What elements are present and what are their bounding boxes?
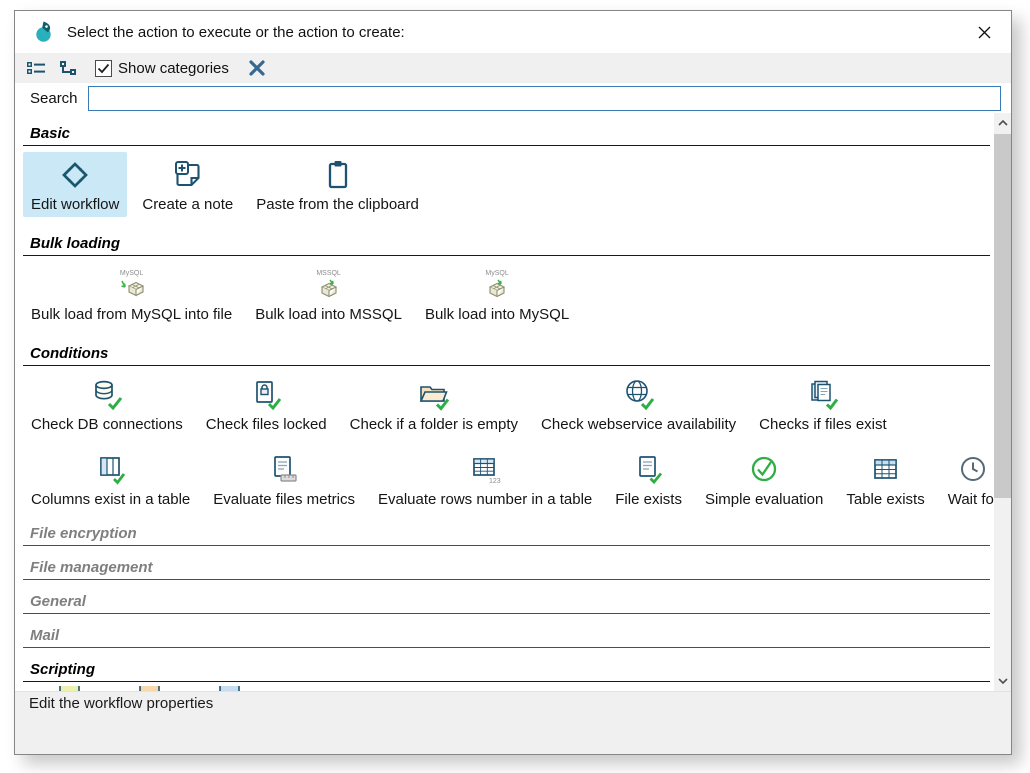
category-header: Conditions: [23, 345, 990, 366]
table-columns-check-icon: [94, 452, 128, 488]
search-label: Search: [30, 90, 78, 107]
action-item-sql[interactable]: SQL: [209, 686, 251, 691]
action-item-label: Check files locked: [206, 416, 327, 433]
files-stack-check-icon: [806, 377, 840, 413]
action-item-label: Evaluate rows number in a table: [378, 491, 592, 508]
action-item-check-if-a-folder-is-empty[interactable]: Check if a folder is empty: [342, 372, 526, 437]
category-header: Scripting: [23, 661, 990, 682]
mysql-bulk-out-icon: MySQL: [115, 267, 149, 303]
hop-logo-icon: [33, 20, 57, 44]
javascript-icon: JS: [57, 686, 83, 691]
scroll-up-icon[interactable]: [994, 113, 1011, 133]
action-item-label: Check webservice availability: [541, 416, 736, 433]
selected-action-description: Edit the workflow properties: [29, 695, 213, 712]
action-item-file-exists[interactable]: File exists: [607, 447, 690, 512]
search-input[interactable]: [88, 86, 1001, 111]
search-row: Search: [15, 83, 1011, 113]
action-item-label: File exists: [615, 491, 682, 508]
close-icon[interactable]: [971, 19, 997, 45]
action-item-bulk-load-into-mysql[interactable]: MySQL Bulk load into MySQL: [417, 262, 577, 327]
action-item-wait-for[interactable]: Wait for: [940, 447, 994, 512]
action-item-label: Wait for: [948, 491, 994, 508]
category-conditions: Conditions Check DB connections: [23, 345, 990, 512]
category-header: File management: [23, 559, 990, 580]
category-header: File encryption: [23, 525, 990, 546]
clear-x-icon[interactable]: [243, 56, 271, 80]
mysql-bulk-in-icon: MySQL: [480, 267, 514, 303]
titlebar: Select the action to execute or the acti…: [15, 11, 1011, 53]
action-item-label: Create a note: [142, 196, 233, 213]
category-bulk-loading: Bulk loading MySQL Bulk load f: [23, 235, 990, 327]
action-item-check-db-connections[interactable]: Check DB connections: [23, 372, 191, 437]
create-note-icon: [171, 157, 205, 193]
action-item-label: Check DB connections: [31, 416, 183, 433]
scroll-down-icon[interactable]: [994, 671, 1011, 691]
action-item-label: Checks if files exist: [759, 416, 887, 433]
action-item-create-a-note[interactable]: Create a note: [134, 152, 241, 217]
action-item-table-exists[interactable]: Table exists: [838, 447, 932, 512]
database-check-icon: [90, 377, 124, 413]
action-item-label: Bulk load into MySQL: [425, 306, 569, 323]
action-item-label: Evaluate files metrics: [213, 491, 355, 508]
action-item-label: Paste from the clipboard: [256, 196, 419, 213]
statusbar: Edit the workflow properties: [15, 691, 1011, 755]
action-item-shell[interactable]: >: [129, 686, 171, 691]
action-item-label: Table exists: [846, 491, 924, 508]
category-mail: Mail: [23, 627, 990, 648]
action-item-label: Edit workflow: [31, 196, 119, 213]
category-file-encryption: File encryption: [23, 525, 990, 546]
category-general: General: [23, 593, 990, 614]
shell-icon: >: [137, 686, 163, 691]
scrollbar-thumb[interactable]: [994, 134, 1011, 498]
action-item-paste-from-the-clipboard[interactable]: Paste from the clipboard: [248, 152, 427, 217]
action-item-label: Bulk load from MySQL into file: [31, 306, 232, 323]
table-rows-count-icon: 123: [468, 452, 502, 488]
clipboard-icon: [321, 157, 355, 193]
edit-workflow-icon: [58, 157, 92, 193]
file-lock-check-icon: [249, 377, 283, 413]
category-file-management: File management: [23, 559, 990, 580]
toolbar: Show categories: [15, 53, 1011, 83]
action-select-dialog: Select the action to execute or the acti…: [14, 10, 1012, 755]
file-metrics-icon: [267, 452, 301, 488]
category-header: General: [23, 593, 990, 614]
category-basic: Basic Edit workflow: [23, 125, 990, 217]
vertical-scrollbar[interactable]: [994, 113, 1011, 691]
show-categories-label: Show categories: [118, 60, 229, 77]
category-header: Mail: [23, 627, 990, 648]
mssql-bulk-in-icon: MSSQL: [312, 267, 346, 303]
action-item-label: Simple evaluation: [705, 491, 823, 508]
action-item-evaluate-rows-number-in-a-table[interactable]: 123 Evaluate rows number in a table: [370, 447, 600, 512]
folder-check-icon: [417, 377, 451, 413]
category-header: Basic: [23, 125, 990, 146]
sql-icon: SQL: [217, 686, 243, 691]
action-item-label: Check if a folder is empty: [350, 416, 518, 433]
action-item-check-webservice-availability[interactable]: Check webservice availability: [533, 372, 744, 437]
action-item-bulk-load-into-mssql[interactable]: MSSQL Bulk load into MSSQL: [247, 262, 410, 327]
category-header: Bulk loading: [23, 235, 990, 256]
list-view-icon[interactable]: [23, 56, 49, 80]
svg-text:123: 123: [489, 478, 501, 485]
action-list: Basic Edit workflow: [15, 113, 1011, 691]
action-item-columns-exist-in-a-table[interactable]: Columns exist in a table: [23, 447, 198, 512]
action-item-simple-evaluation[interactable]: Simple evaluation: [697, 447, 831, 512]
action-item-label: Columns exist in a table: [31, 491, 190, 508]
globe-check-icon: [622, 377, 656, 413]
table-icon: [869, 452, 903, 488]
action-item-javascript[interactable]: JS: [49, 686, 91, 691]
action-scrollpane: Basic Edit workflow: [15, 113, 994, 691]
category-scripting: Scripting JS: [23, 661, 990, 691]
tree-view-icon[interactable]: [55, 56, 81, 80]
action-item-checks-if-files-exist[interactable]: Checks if files exist: [751, 372, 895, 437]
action-item-bulk-load-from-mysql-into-file[interactable]: MySQL Bulk load from MySQL into file: [23, 262, 240, 327]
dialog-title: Select the action to execute or the acti…: [67, 24, 971, 41]
clock-icon: [956, 452, 990, 488]
action-item-label: Bulk load into MSSQL: [255, 306, 402, 323]
show-categories-checkbox[interactable]: Show categories: [95, 60, 229, 77]
file-check-icon: [632, 452, 666, 488]
action-item-check-files-locked[interactable]: Check files locked: [198, 372, 335, 437]
action-item-evaluate-files-metrics[interactable]: Evaluate files metrics: [205, 447, 363, 512]
simple-evaluation-icon: [747, 452, 781, 488]
action-item-edit-workflow[interactable]: Edit workflow: [23, 152, 127, 217]
